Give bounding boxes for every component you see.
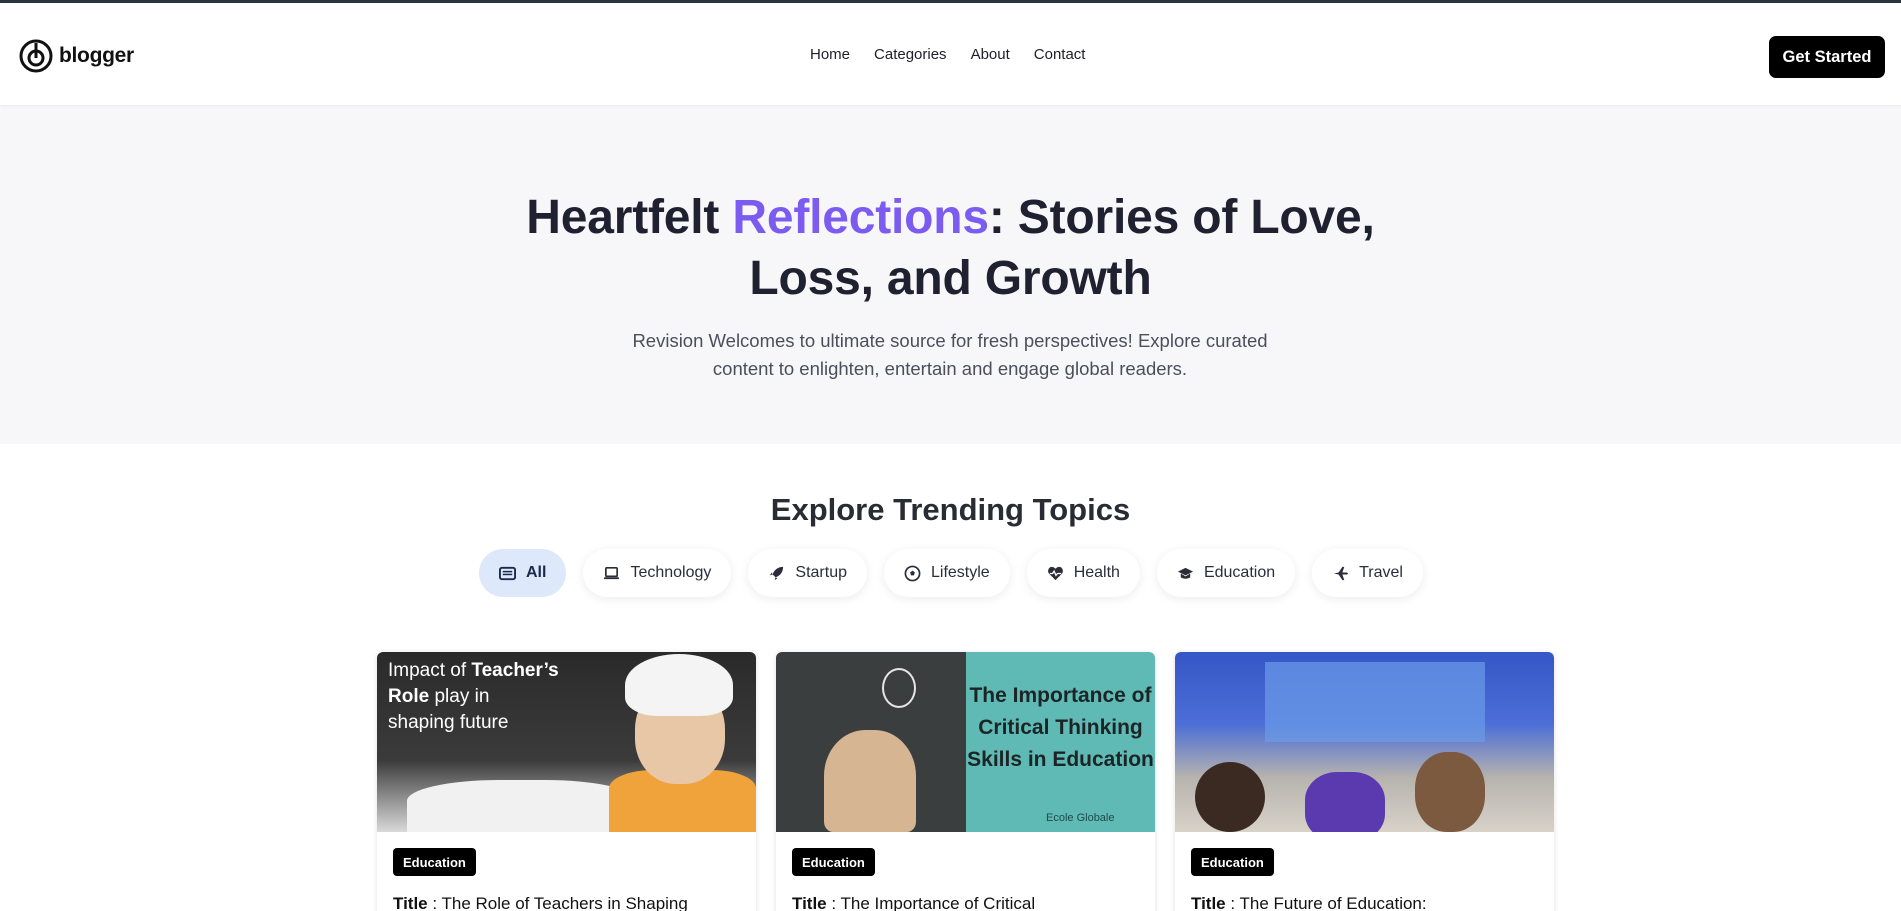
image-brand: Ecole Globale	[1046, 812, 1115, 824]
lightbulb-icon	[882, 668, 916, 708]
post-card[interactable]: Impact of Teacher’s Role play in shaping…	[377, 652, 756, 911]
topic-chip-lifestyle[interactable]: Lifestyle	[884, 549, 1010, 597]
image-caption-text: play in	[429, 686, 490, 707]
post-title-prefix: Title	[1191, 894, 1226, 911]
image-caption-text: Impact of	[388, 660, 472, 681]
nav-item-about[interactable]: About	[971, 46, 1010, 63]
nav-item-home[interactable]: Home	[810, 46, 850, 63]
topic-chip-technology[interactable]: Technology	[583, 549, 732, 597]
graduation-cap-icon	[1177, 567, 1194, 579]
image-caption-text: shaping future	[388, 712, 509, 733]
brand-logo[interactable]: blogger	[19, 39, 134, 73]
main-nav: Home Categories About Contact	[810, 46, 1085, 63]
turban-illustration	[625, 654, 733, 716]
hero-subtitle: Revision Welcomes to ultimate source for…	[632, 330, 1268, 379]
topics-title: Explore Trending Topics	[770, 492, 1131, 527]
heart-pulse-icon	[1047, 566, 1063, 580]
soccer-ball-icon	[904, 565, 921, 581]
topic-chip-label: Lifestyle	[931, 564, 990, 581]
image-caption: The Importance of Critical Thinking Skil…	[967, 684, 1154, 771]
post-image-critical-thinking: The Importance of Critical Thinking Skil…	[776, 652, 1155, 832]
brand-name: blogger	[59, 44, 134, 67]
site-header: blogger Home Categories About Contact Ge…	[0, 3, 1901, 105]
student-illustration	[1195, 762, 1265, 832]
post-title[interactable]: Title : The Role of Teachers in Shaping	[393, 894, 743, 911]
post-image-teachers: Impact of Teacher’s Role play in shaping…	[377, 652, 756, 832]
post-grid: Impact of Teacher’s Role play in shaping…	[377, 652, 1554, 911]
newspaper-icon	[499, 566, 516, 580]
post-card[interactable]: The Importance of Critical Thinking Skil…	[776, 652, 1155, 911]
post-title-text: : The Future of Education:	[1225, 894, 1427, 911]
topic-chip-label: Health	[1073, 564, 1120, 581]
blogger-logo-icon	[19, 39, 53, 73]
post-image-classroom	[1175, 652, 1554, 832]
category-badge[interactable]: Education	[1191, 848, 1274, 876]
image-caption-bold: Teacher’s	[471, 660, 559, 681]
post-title[interactable]: Title : The Future of Education:	[1191, 894, 1541, 911]
topic-chip-label: Startup	[795, 564, 847, 581]
plane-icon	[1334, 566, 1349, 580]
get-started-button[interactable]: Get Started	[1769, 36, 1885, 78]
book-illustration	[407, 780, 637, 832]
post-title-prefix: Title	[792, 894, 827, 911]
hero-title-part1: Heartfelt	[526, 191, 733, 244]
post-title[interactable]: Title : The Importance of Critical	[792, 894, 1142, 911]
post-title-text: : The Importance of Critical	[826, 894, 1036, 911]
topic-chip-education[interactable]: Education	[1156, 549, 1296, 597]
topic-chip-label: Technology	[630, 564, 712, 581]
topic-chip-label: All	[526, 564, 547, 581]
topic-chip-health[interactable]: Health	[1026, 549, 1140, 597]
topic-chip-all[interactable]: All	[479, 549, 567, 597]
category-badge[interactable]: Education	[792, 848, 875, 876]
image-caption-bold: Role	[388, 686, 430, 707]
topic-chip-startup[interactable]: Startup	[748, 549, 867, 597]
student-illustration	[1415, 752, 1485, 832]
student-illustration	[1305, 772, 1385, 832]
laptop-icon	[604, 566, 620, 579]
rocket-icon	[770, 566, 784, 580]
hero-section: Heartfelt Reflections: Stories of Love, …	[0, 105, 1901, 444]
nav-item-contact[interactable]: Contact	[1034, 46, 1086, 63]
screen-illustration	[1265, 662, 1485, 742]
topic-chip-label: Travel	[1359, 564, 1403, 581]
hero-title-accent: Reflections	[732, 191, 989, 244]
topic-filter: All Technology Startup Lifestyle Health	[479, 549, 1423, 597]
nav-item-categories[interactable]: Categories	[874, 46, 947, 63]
hero-title: Heartfelt Reflections: Stories of Love, …	[500, 187, 1401, 309]
category-badge[interactable]: Education	[393, 848, 476, 876]
topic-chip-label: Education	[1203, 564, 1276, 581]
image-caption: Impact of Teacher’s Role play in shaping…	[388, 658, 559, 736]
topic-chip-travel[interactable]: Travel	[1312, 549, 1423, 597]
post-title-prefix: Title	[393, 894, 428, 911]
post-title-text: : The Role of Teachers in Shaping	[427, 894, 688, 911]
boy-illustration	[824, 730, 916, 832]
post-card[interactable]: Education Title : The Future of Educatio…	[1175, 652, 1554, 911]
